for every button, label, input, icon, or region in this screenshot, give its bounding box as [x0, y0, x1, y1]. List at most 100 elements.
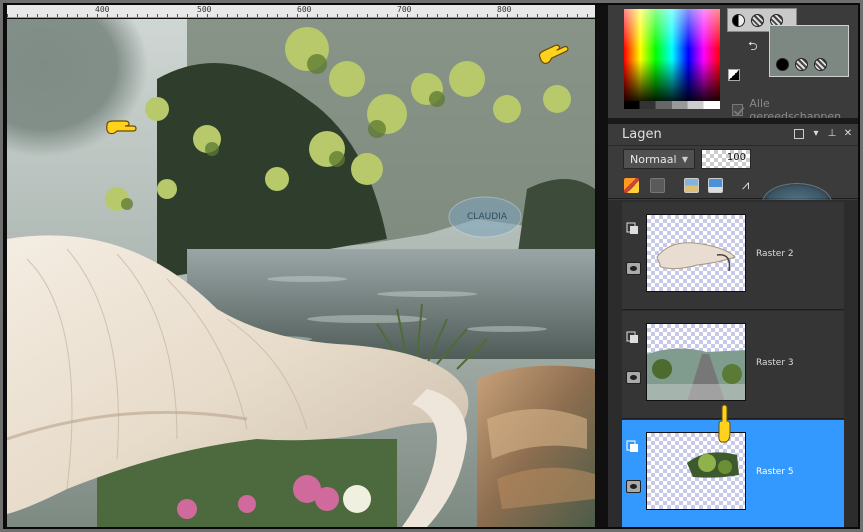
ruler-tick — [537, 14, 538, 17]
ruler-tick — [257, 14, 258, 17]
layers-list: Raster 2 Raster 3 Raster 5 — [608, 200, 858, 527]
group-link-icon[interactable] — [626, 438, 639, 452]
texture-icon[interactable] — [751, 14, 764, 27]
ruler-tick — [247, 14, 248, 17]
ruler-tick — [47, 14, 48, 17]
ruler-tick — [417, 14, 418, 17]
ruler-tick — [147, 14, 148, 17]
ruler-tick — [167, 14, 168, 17]
ruler-tick — [387, 14, 388, 17]
ruler-tick — [97, 14, 98, 17]
ruler-tick — [527, 14, 528, 17]
ruler-tick — [567, 14, 568, 17]
ruler-tick — [587, 14, 588, 17]
ruler-tick — [17, 14, 18, 17]
ruler-tick — [347, 14, 348, 17]
pin-icon[interactable]: ⊥ — [827, 129, 837, 139]
ruler-tick — [277, 14, 278, 17]
ruler-tick — [437, 14, 438, 17]
ruler-tick — [227, 14, 228, 17]
ruler-tick — [217, 14, 218, 17]
ruler-tick — [447, 14, 448, 17]
layer-name: Raster 5 — [756, 467, 794, 477]
group-link-icon[interactable] — [626, 329, 639, 343]
ruler-tick — [547, 14, 548, 17]
ruler-tick — [27, 14, 28, 17]
mask-icon[interactable] — [650, 178, 665, 193]
ruler-tick — [307, 14, 308, 17]
ruler-tick — [327, 14, 328, 17]
blend-mode-select[interactable]: Normaal ▼ — [623, 149, 695, 169]
ruler-tick — [467, 14, 468, 17]
pattern-icon[interactable] — [814, 58, 827, 71]
visibility-eye-icon[interactable] — [626, 262, 641, 275]
ruler-tick — [187, 14, 188, 17]
ruler-tick — [117, 14, 118, 17]
canvas-image: CLAUDIA — [7, 19, 595, 527]
all-tools-checkbox[interactable] — [732, 104, 744, 116]
ruler-tick — [127, 14, 128, 17]
ruler-tick — [407, 14, 408, 17]
ruler-tick — [367, 14, 368, 17]
layer-row-raster-5[interactable]: Raster 5 — [622, 420, 844, 527]
opacity-field[interactable]: 100 — [701, 149, 751, 169]
group-link-icon[interactable] — [626, 220, 639, 234]
ruler-tick — [517, 14, 518, 17]
ruler-tick — [107, 14, 108, 17]
ruler-tick — [7, 14, 8, 17]
ruler-tick — [557, 14, 558, 17]
blend-mode-value: Normaal — [630, 152, 677, 166]
ruler-label: 700 — [397, 5, 412, 14]
ruler-tick — [457, 14, 458, 17]
texture-icon[interactable] — [795, 58, 808, 71]
ruler-tick — [207, 14, 208, 17]
svg-text:CLAUDIA: CLAUDIA — [467, 212, 508, 222]
ruler-tick — [87, 14, 88, 17]
background-properties[interactable] — [769, 25, 849, 77]
solid-color-icon[interactable] — [776, 58, 789, 71]
ruler-label: 800 — [497, 5, 512, 14]
pointing-hand-icon — [718, 404, 731, 443]
layer-row-raster-3[interactable]: Raster 3 — [622, 311, 844, 419]
visibility-eye-icon[interactable] — [626, 480, 641, 493]
brush-icon[interactable] — [624, 178, 639, 193]
layers-title: Lagen — [622, 127, 662, 142]
new-layer-icon[interactable] — [684, 178, 699, 193]
panel-separator — [596, 5, 608, 527]
pointing-hand-icon — [106, 120, 137, 135]
ruler-tick — [287, 14, 288, 17]
ruler-tick — [487, 14, 488, 17]
layer-properties-icon[interactable] — [708, 178, 723, 193]
ruler-tick — [157, 14, 158, 17]
ruler-tick — [427, 14, 428, 17]
layer-row-raster-2[interactable]: Raster 2 — [622, 202, 844, 310]
layer-thumbnail — [646, 214, 746, 292]
image-canvas[interactable]: CLAUDIA — [7, 19, 595, 527]
spectrum-highlight — [624, 9, 720, 49]
ruler-tick — [177, 14, 178, 17]
swap-colors-icon[interactable]: ⮌ — [748, 37, 758, 58]
ruler-label: 600 — [297, 5, 312, 14]
ruler-tick — [267, 14, 268, 17]
ruler-tick — [317, 14, 318, 17]
ruler-tick — [237, 14, 238, 17]
menu-arrow-icon[interactable]: ▾ — [811, 129, 821, 139]
maximize-icon[interactable] — [794, 129, 804, 139]
gray-swatches[interactable] — [624, 101, 720, 109]
layers-header: Lagen ▾ ⊥ ✕ — [608, 124, 858, 146]
ruler-label: 500 — [197, 5, 212, 14]
layer-name: Raster 3 — [756, 358, 794, 368]
gradient-style-icon[interactable] — [732, 14, 745, 27]
link-nodes-icon[interactable]: ⩘ — [742, 178, 757, 193]
ruler-label: 400 — [95, 5, 110, 14]
black-white-swatch[interactable] — [728, 69, 740, 81]
layer-name: Raster 2 — [756, 249, 794, 259]
ruler-tick — [377, 14, 378, 17]
ruler-tick — [67, 14, 68, 17]
visibility-eye-icon[interactable] — [626, 371, 641, 384]
ruler-tick — [297, 14, 298, 17]
close-icon[interactable]: ✕ — [843, 129, 853, 139]
ruler-tick — [37, 14, 38, 17]
ruler-tick — [477, 14, 478, 17]
ruler-tick — [357, 14, 358, 17]
